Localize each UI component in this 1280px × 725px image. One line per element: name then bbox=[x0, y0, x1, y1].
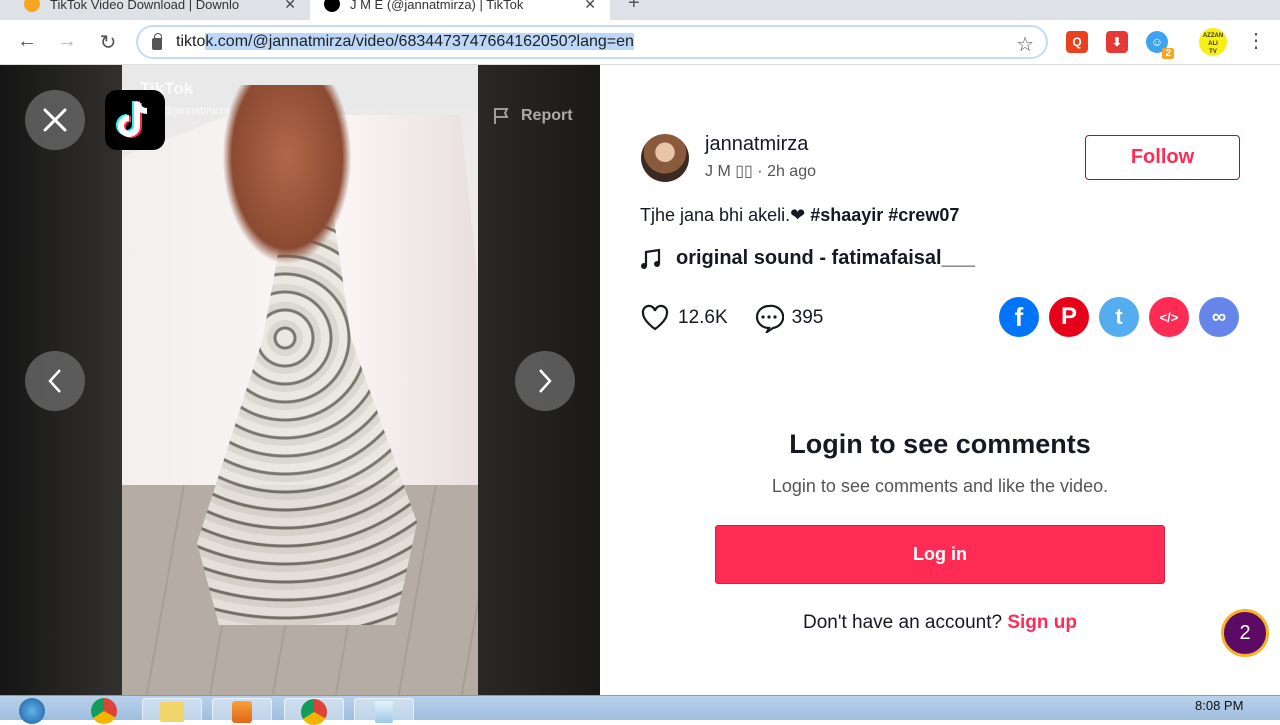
address-bar[interactable]: tiktok.com/@jannatmirza/video/6834473747… bbox=[136, 25, 1048, 59]
pinterest-share-icon[interactable]: P bbox=[1049, 297, 1089, 337]
url-text[interactable]: tiktok.com/@jannatmirza/video/6834473747… bbox=[176, 33, 634, 51]
reload-icon[interactable]: ↻ bbox=[96, 30, 120, 55]
like-count: 12.6K bbox=[678, 307, 728, 328]
like-stat[interactable]: 12.6K bbox=[640, 304, 728, 332]
tab-strip: TikTok Video Download | Downlo ✕ J M E (… bbox=[0, 0, 1280, 20]
login-subtitle: Login to see comments and like the video… bbox=[771, 476, 1109, 496]
next-video-button[interactable] bbox=[515, 351, 575, 411]
more-menu-icon[interactable]: ⋮ bbox=[1246, 31, 1266, 51]
chrome-icon bbox=[301, 699, 327, 725]
floating-notification-badge[interactable]: 2 bbox=[1221, 609, 1269, 657]
new-tab-button[interactable]: + bbox=[628, 0, 640, 15]
comment-icon bbox=[755, 304, 784, 333]
embed-share-icon[interactable]: </> bbox=[1149, 297, 1189, 337]
taskbar-notepad[interactable] bbox=[354, 698, 414, 723]
sound-link[interactable]: original sound - fatimafaisal___ bbox=[640, 247, 975, 270]
video-watermark-user: @jannatmirza bbox=[162, 105, 231, 117]
chrome-icon bbox=[91, 698, 117, 724]
tab-title: J M E (@jannatmirza) | TikTok bbox=[350, 0, 524, 12]
video-player: TikTok @jannatmirza Report bbox=[0, 65, 600, 695]
login-heading: Login to see comments bbox=[789, 429, 1091, 459]
forward-icon[interactable]: → bbox=[55, 30, 79, 53]
taskbar-media-player[interactable] bbox=[212, 698, 272, 723]
taskbar: 8:08 PM bbox=[0, 695, 1280, 725]
video-description: Tjhe jana bhi akeli.❤ #shaayir #crew07 bbox=[640, 205, 960, 225]
log-in-button[interactable]: Log in bbox=[715, 525, 1165, 584]
tab-title: TikTok Video Download | Downlo bbox=[50, 0, 240, 12]
tiktok-note-icon bbox=[116, 101, 148, 138]
heart-icon bbox=[641, 304, 669, 331]
start-button[interactable] bbox=[10, 698, 54, 724]
taskbar-chrome-2[interactable] bbox=[284, 698, 344, 725]
taskbar-chrome[interactable] bbox=[74, 698, 134, 724]
twitter-share-icon[interactable]: t bbox=[1099, 297, 1139, 337]
profile-avatar[interactable]: AZZAN ALI TV bbox=[1199, 28, 1227, 56]
close-icon bbox=[43, 108, 67, 132]
author-avatar[interactable] bbox=[641, 134, 689, 182]
close-tab-icon[interactable]: ✕ bbox=[284, 0, 296, 13]
browser-toolbar: ← → ↻ tiktok.com/@jannatmirza/video/6834… bbox=[0, 20, 1280, 65]
tiktok-download-favicon-icon bbox=[24, 0, 40, 12]
tiktok-logo[interactable] bbox=[105, 90, 165, 150]
copy-link-icon[interactable]: ∞ bbox=[1199, 297, 1239, 337]
taskbar-explorer[interactable] bbox=[142, 698, 202, 722]
music-note-icon bbox=[641, 248, 661, 269]
close-button[interactable] bbox=[25, 90, 85, 150]
back-icon[interactable]: ← bbox=[15, 30, 39, 53]
search-extension-icon[interactable]: Q bbox=[1066, 31, 1088, 53]
comment-count: 395 bbox=[791, 307, 824, 328]
facebook-share-icon[interactable]: f bbox=[999, 297, 1039, 337]
tab-tiktok-download[interactable]: TikTok Video Download | Downlo ✕ bbox=[10, 0, 310, 20]
signup-prompt: Don't have an account? Sign up bbox=[803, 612, 1077, 633]
windows-logo-icon bbox=[19, 698, 45, 724]
share-buttons: f P t </> ∞ bbox=[999, 297, 1239, 337]
folder-icon bbox=[160, 702, 184, 722]
chevron-left-icon bbox=[48, 369, 61, 393]
video-subject-hair bbox=[222, 85, 352, 265]
download-extension-icon[interactable]: ⬇ bbox=[1106, 31, 1128, 53]
hashtag-link[interactable]: #shaayir bbox=[810, 205, 883, 225]
close-tab-icon[interactable]: ✕ bbox=[584, 0, 596, 13]
taskbar-clock[interactable]: 8:08 PM bbox=[1195, 698, 1243, 713]
bookmark-star-icon[interactable]: ☆ bbox=[1016, 32, 1034, 57]
hashtag-link[interactable]: #crew07 bbox=[888, 205, 959, 225]
author-meta: J M ▯▯ · 2h ago bbox=[705, 163, 816, 180]
flag-icon bbox=[494, 108, 509, 124]
video-details-panel: jannatmirza J M ▯▯ · 2h ago Follow Tjhe … bbox=[600, 65, 1280, 695]
ghost-extension-icon[interactable]: ☺ 2 bbox=[1146, 31, 1174, 59]
author-username[interactable]: jannatmirza bbox=[705, 133, 808, 156]
lock-icon bbox=[152, 33, 162, 50]
engagement-stats: 12.6K 395 bbox=[640, 303, 849, 333]
report-button[interactable]: Report bbox=[493, 107, 573, 125]
video-frame[interactable]: TikTok @jannatmirza bbox=[122, 65, 478, 695]
tab-tiktok-profile[interactable]: J M E (@jannatmirza) | TikTok ✕ bbox=[310, 0, 610, 20]
follow-button[interactable]: Follow bbox=[1085, 135, 1240, 180]
sign-up-link[interactable]: Sign up bbox=[1007, 612, 1077, 633]
tiktok-favicon-icon bbox=[324, 0, 340, 12]
extension-badge: 2 bbox=[1162, 48, 1174, 59]
previous-video-button[interactable] bbox=[25, 351, 85, 411]
comment-stat[interactable]: 395 bbox=[754, 303, 824, 333]
chevron-right-icon bbox=[539, 369, 552, 393]
